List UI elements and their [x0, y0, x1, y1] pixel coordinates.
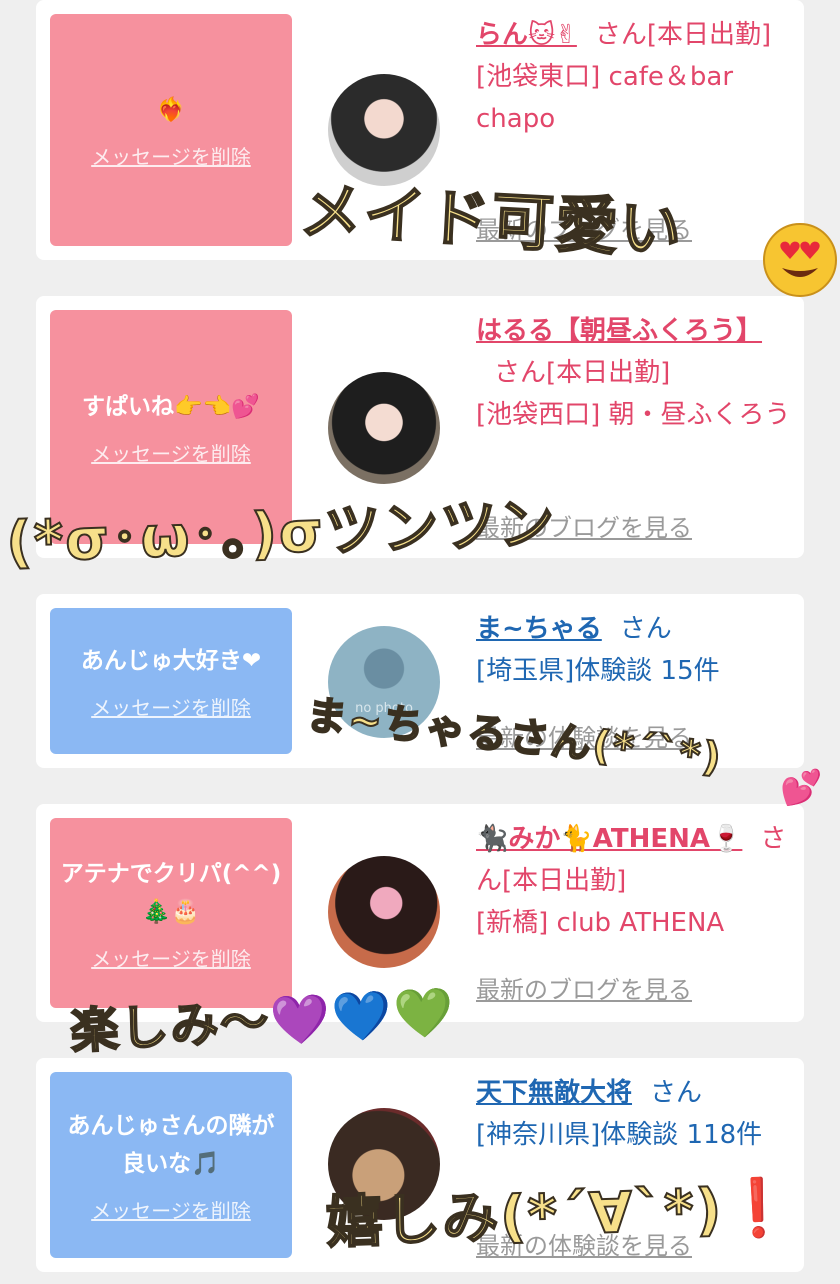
avatar[interactable]	[328, 372, 440, 484]
overlay-text-happy: 嬉しみ(*´∀`*)❗	[324, 1174, 797, 1257]
user-info: 🐈‍⬛みか🐈ATHENA🍷 さん[本日出勤] [新橋] club ATHENA	[476, 818, 794, 944]
delete-message-link[interactable]: メッセージを削除	[91, 943, 251, 972]
user-suffix: さん	[650, 1078, 703, 1108]
user-suffix: さん[本日出勤]	[594, 20, 772, 50]
message-text: あんじゅさんの隣が良いな🎵	[67, 1112, 275, 1177]
message-bubble: あんじゅ大好き❤ メッセージを削除	[50, 608, 292, 754]
avatar[interactable]	[328, 856, 440, 968]
message-text: ❤️‍🔥	[156, 96, 186, 123]
delete-message-link[interactable]: メッセージを削除	[91, 141, 251, 170]
user-name-link[interactable]: ま~ちゃる	[476, 614, 602, 644]
message-text: あんじゅ大好き❤	[80, 647, 262, 674]
delete-message-link[interactable]: メッセージを削除	[91, 1195, 251, 1224]
user-location: [池袋西口] 朝・昼ふくろう	[476, 400, 791, 430]
user-name-link[interactable]: 🐈‍⬛みか🐈ATHENA🍷	[476, 824, 742, 854]
message-bubble: ❤️‍🔥 メッセージを削除	[50, 14, 292, 246]
user-suffix: さん[本日出勤]	[494, 358, 671, 388]
message-text: すぱいね👉👈💕	[82, 393, 260, 420]
heart-eyes-emoji-icon	[760, 220, 840, 300]
message-bubble: アテナでクリパ(^^)🎄🎂 メッセージを削除	[50, 818, 292, 1008]
user-info: らん🐱✌ さん[本日出勤] [池袋東口] cafe＆bar chapo	[476, 14, 794, 140]
user-location: [神奈川県]体験談 118件	[476, 1120, 763, 1150]
user-info: はるる【朝昼ふくろう】さん[本日出勤] [池袋西口] 朝・昼ふくろう	[476, 310, 794, 436]
user-name-link[interactable]: はるる【朝昼ふくろう】	[476, 316, 762, 346]
user-name-link[interactable]: らん🐱✌	[476, 20, 577, 50]
user-location: [新橋] club ATHENA	[476, 908, 725, 938]
message-text: アテナでクリパ(^^)🎄🎂	[60, 860, 282, 925]
user-location: [埼玉県]体験談 15件	[476, 656, 720, 686]
latest-blog-link[interactable]: 最新のブログを見る	[476, 970, 692, 1005]
user-name-link[interactable]: 天下無敵大将	[476, 1078, 632, 1108]
message-bubble: あんじゅさんの隣が良いな🎵 メッセージを削除	[50, 1072, 292, 1258]
user-info: ま~ちゃる さん [埼玉県]体験談 15件	[476, 608, 794, 692]
user-suffix: さん	[619, 614, 672, 644]
sparkling-hearts-icon: 💕	[780, 768, 823, 808]
user-location: [池袋東口] cafe＆bar chapo	[476, 62, 734, 134]
delete-message-link[interactable]: メッセージを削除	[91, 692, 251, 721]
user-info: 天下無敵大将 さん [神奈川県]体験談 118件	[476, 1072, 794, 1156]
delete-message-link[interactable]: メッセージを削除	[91, 438, 251, 467]
